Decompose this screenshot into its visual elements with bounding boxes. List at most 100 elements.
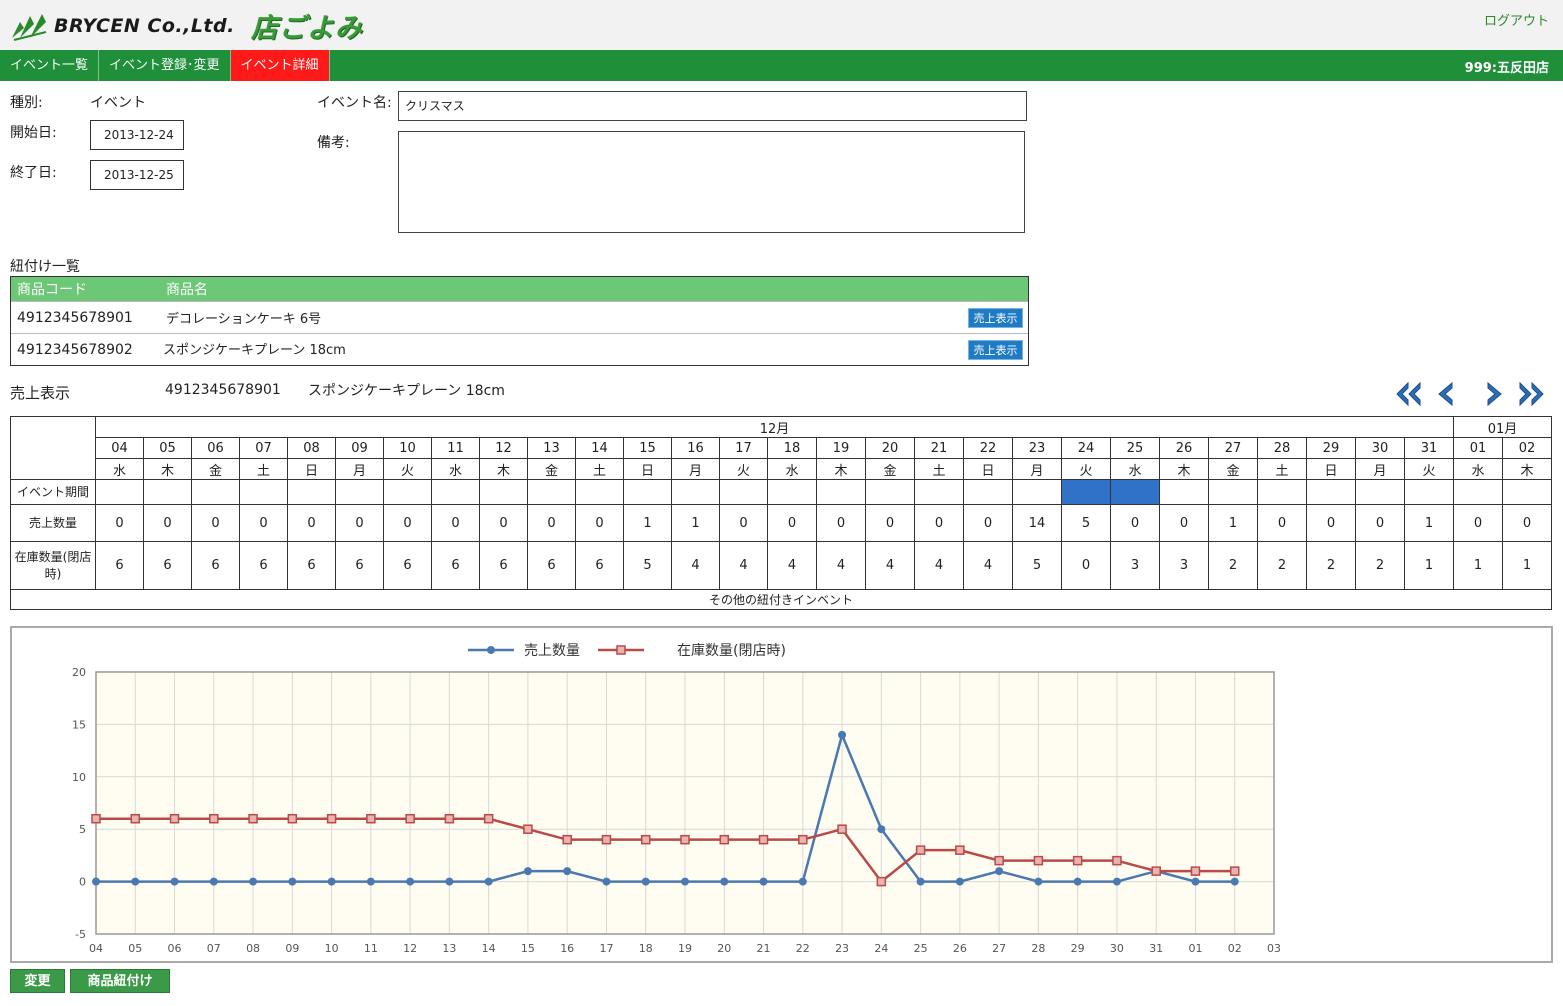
data-point (955, 845, 965, 855)
table-row: 4912345678901 デコレーションケーキ 6号 売上表示 (11, 301, 1028, 333)
end-date-field[interactable]: 2013-12-25 (90, 160, 184, 190)
x-tick-label: 07 (207, 942, 221, 955)
day-cell: 23 (1012, 437, 1062, 459)
x-tick-label: 15 (521, 942, 535, 955)
event-period-cell (239, 479, 288, 505)
x-tick-label: 04 (89, 942, 103, 955)
event-name-label: イベント名: (317, 95, 392, 111)
day-cell: 12 (479, 437, 528, 459)
data-point (1230, 877, 1239, 886)
data-point (1151, 866, 1161, 876)
stock-qty-cell: 1 (1502, 541, 1552, 590)
x-tick-label: 21 (757, 942, 771, 955)
data-point (1033, 855, 1044, 866)
store-name: 999:五反田店 (1464, 61, 1549, 76)
stock-qty-cell: 6 (335, 541, 384, 590)
double-arrow-right-icon[interactable] (1516, 380, 1546, 408)
legend-marker (487, 646, 495, 654)
data-point (249, 877, 258, 886)
data-point (170, 877, 179, 886)
event-period-cell (383, 479, 432, 505)
arrow-left-icon[interactable] (1432, 380, 1462, 408)
day-cell: 22 (963, 437, 1013, 459)
brycen-logo-icon (12, 13, 47, 41)
event-period-cell (719, 479, 768, 505)
sales-product-name: スポンジケーキプレーン 18cm (308, 383, 505, 399)
stock-qty-cell: 0 (1061, 541, 1111, 590)
day-cell: 11 (431, 437, 480, 459)
day-cell: 05 (143, 437, 192, 459)
note-textarea[interactable] (398, 131, 1025, 233)
day-cell: 26 (1159, 437, 1209, 459)
event-period-cell (1502, 479, 1552, 505)
logout-link[interactable]: ログアウト (1484, 10, 1549, 29)
double-arrow-left-icon[interactable] (1394, 380, 1424, 408)
event-period-cell (1404, 479, 1454, 505)
month-header: 12月 (95, 416, 1454, 438)
data-point (523, 867, 532, 876)
month-header: 01月 (1453, 416, 1552, 438)
x-tick-label: 17 (599, 942, 613, 955)
tab-event-list[interactable]: イベント一覧 (0, 50, 100, 81)
tab-event-register[interactable]: イベント登録･変更 (99, 50, 231, 81)
sales-qty-cell: 0 (865, 504, 915, 542)
day-cell: 30 (1355, 437, 1405, 459)
sales-qty-cell: 0 (335, 504, 384, 542)
other-events-row[interactable]: その他の紐付きインベント (10, 589, 1552, 610)
stock-qty-cell: 6 (383, 541, 432, 590)
weekday-cell: 木 (479, 458, 528, 480)
data-point (876, 876, 887, 887)
weekday-cell: 火 (719, 458, 768, 480)
link-products-button[interactable]: 商品紐付け (70, 969, 170, 993)
data-point (209, 813, 219, 824)
arrow-right-icon[interactable] (1478, 380, 1508, 408)
data-point (406, 877, 415, 886)
show-sales-button[interactable]: 売上表示 (968, 340, 1023, 360)
sales-qty-cell: 0 (479, 504, 528, 542)
sales-qty-cell: 0 (1453, 504, 1503, 542)
sales-qty-cell: 0 (816, 504, 866, 542)
weekday-cell: 日 (963, 458, 1013, 480)
legend-marker (616, 645, 626, 655)
weekday-cell: 土 (914, 458, 964, 480)
data-point (640, 834, 651, 845)
stock-qty-cell: 6 (575, 541, 624, 590)
event-name-field[interactable]: クリスマス (398, 91, 1027, 121)
app-header: BRYCEN Co.,Ltd. 店ごよみ ログアウト (0, 0, 1563, 50)
day-cell: 31 (1404, 437, 1454, 459)
data-point (326, 813, 337, 824)
product-name: デコレーションケーキ 6号 (166, 312, 322, 327)
data-point (759, 877, 768, 886)
weekday-cell: 土 (239, 458, 288, 480)
day-cell: 01 (1453, 437, 1503, 459)
data-point (1190, 866, 1201, 876)
product-code: 4912345678902 (17, 342, 133, 358)
event-period-cell (191, 479, 240, 505)
weekday-cell: 土 (1257, 458, 1307, 480)
day-cell: 21 (914, 437, 964, 459)
stock-qty-cell: 6 (527, 541, 576, 590)
event-period-cell (623, 479, 672, 505)
data-point (483, 813, 494, 824)
weekday-cell: 火 (1061, 458, 1111, 480)
tab-event-detail[interactable]: イベント詳細 (230, 50, 330, 81)
change-button[interactable]: 変更 (10, 969, 65, 993)
weekday-cell: 水 (95, 458, 144, 480)
weekday-cell: 水 (767, 458, 817, 480)
day-cell: 13 (527, 437, 576, 459)
sales-qty-cell: 0 (191, 504, 240, 542)
show-sales-button[interactable]: 売上表示 (968, 308, 1023, 328)
stock-qty-cell: 6 (95, 541, 144, 590)
col-product-name: 商品名 (166, 282, 208, 298)
x-tick-label: 14 (482, 942, 496, 955)
day-cell: 16 (671, 437, 720, 459)
type-label: 種別: (10, 95, 43, 111)
event-period-cell (963, 479, 1013, 505)
day-cell: 25 (1110, 437, 1160, 459)
linked-products-table: 商品コード 商品名 4912345678901 デコレーションケーキ 6号 売上… (10, 276, 1029, 366)
day-cell: 18 (767, 437, 817, 459)
sales-qty-cell: 0 (239, 504, 288, 542)
stock-qty-cell: 4 (767, 541, 817, 590)
x-tick-label: 01 (1188, 942, 1202, 955)
start-date-field[interactable]: 2013-12-24 (90, 120, 184, 150)
